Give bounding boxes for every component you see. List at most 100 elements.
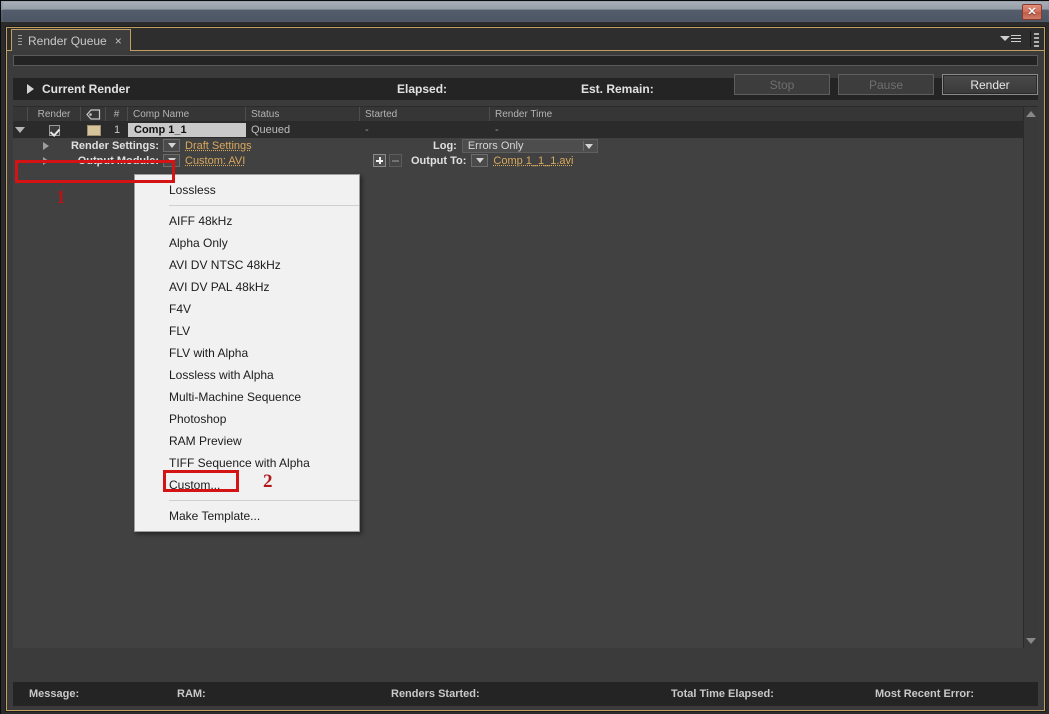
menu-item-f4v[interactable]: F4V — [135, 298, 359, 320]
tab-grip-icon — [18, 35, 22, 46]
annotation-marker-2: 2 — [263, 471, 273, 493]
stop-button[interactable]: Stop — [734, 74, 830, 95]
chevron-down-icon — [15, 127, 25, 133]
render-progress-bar — [13, 55, 1038, 66]
output-to-dropdown-button[interactable] — [471, 154, 488, 167]
menu-separator — [169, 205, 359, 206]
menu-item-flv[interactable]: FLV — [135, 320, 359, 342]
render-settings-twirl-icon[interactable] — [43, 142, 55, 150]
current-render-twirl-icon[interactable] — [27, 84, 34, 94]
checkbox-checked-icon — [49, 125, 60, 136]
row-started: - — [360, 124, 490, 136]
row-label-color-swatch[interactable] — [81, 125, 106, 136]
pause-button[interactable]: Pause — [838, 74, 934, 95]
menu-item-photoshop[interactable]: Photoshop — [135, 408, 359, 430]
row-comp-name[interactable]: Comp 1_1 — [128, 123, 246, 137]
panel-menu-icon[interactable] — [1000, 32, 1022, 46]
menu-item-alpha-only[interactable]: Alpha Only — [135, 232, 359, 254]
output-module-value[interactable]: Custom: AVI — [185, 155, 245, 167]
chevron-down-icon — [168, 158, 176, 163]
output-module-row: Output Module: Custom: AVI Output To: Co… — [13, 153, 1038, 168]
vertical-scrollbar[interactable] — [1023, 107, 1038, 648]
menu-item-make-template[interactable]: Make Template... — [135, 505, 359, 527]
row-status: Queued — [246, 124, 360, 136]
row-render-checkbox[interactable] — [27, 125, 81, 136]
status-ram-label: RAM: — [177, 688, 206, 700]
row-twirl-icon[interactable] — [13, 127, 27, 133]
menu-item-flv-with-alpha[interactable]: FLV with Alpha — [135, 342, 359, 364]
status-renders-started-label: Renders Started: — [391, 688, 480, 700]
column-header-status[interactable]: Status — [246, 107, 360, 121]
menu-lines-icon — [1011, 35, 1021, 43]
log-select-divider — [583, 141, 584, 151]
chevron-right-icon — [43, 157, 49, 165]
est-remain-label: Est. Remain: — [581, 82, 654, 96]
column-header-started[interactable]: Started — [360, 107, 490, 121]
output-to-group: Output To: Comp 1_1_1.avi — [373, 154, 574, 167]
column-header-label[interactable] — [81, 107, 106, 121]
output-module-twirl-icon[interactable] — [43, 157, 55, 165]
render-settings-label: Render Settings: — [55, 140, 163, 152]
chevron-down-icon — [476, 158, 484, 163]
output-module-dropdown-button[interactable] — [163, 154, 180, 167]
output-module-template-menu: Lossless AIFF 48kHz Alpha Only AVI DV NT… — [134, 174, 360, 532]
panel-tab-bar: Render Queue × — [7, 28, 1044, 51]
chevron-right-icon — [43, 142, 49, 150]
application-window: ✕ Render Queue × Current Render Elapsed:… — [0, 0, 1049, 714]
status-bar: Message: RAM: Renders Started: Total Tim… — [13, 682, 1038, 706]
menu-item-lossless-with-alpha[interactable]: Lossless with Alpha — [135, 364, 359, 386]
menu-item-ram-preview[interactable]: RAM Preview — [135, 430, 359, 452]
chevron-down-icon — [1026, 638, 1036, 644]
annotation-marker-1: 1 — [56, 187, 66, 209]
output-to-label: Output To: — [411, 155, 466, 167]
add-output-module-button[interactable] — [373, 154, 386, 167]
chevron-down-icon — [1000, 36, 1010, 41]
label-tag-icon — [86, 109, 101, 120]
current-render-title: Current Render — [42, 82, 130, 96]
log-select[interactable]: Errors Only — [462, 139, 598, 153]
column-header-comp-name[interactable]: Comp Name — [128, 107, 246, 121]
render-button[interactable]: Render — [942, 74, 1038, 95]
output-module-label: Output Module: — [55, 155, 163, 167]
menu-item-multi-machine-sequence[interactable]: Multi-Machine Sequence — [135, 386, 359, 408]
output-to-value[interactable]: Comp 1_1_1.avi — [493, 155, 573, 167]
column-header-number[interactable]: # — [106, 107, 128, 121]
menu-item-tiff-sequence-with-alpha[interactable]: TIFF Sequence with Alpha — [135, 452, 359, 474]
window-close-button[interactable]: ✕ — [1022, 4, 1042, 20]
row-number: 1 — [106, 124, 128, 136]
menu-item-aiff-48khz[interactable]: AIFF 48kHz — [135, 210, 359, 232]
current-render-bar: Current Render Elapsed: Est. Remain: Sto… — [13, 78, 1038, 100]
log-label: Log: — [433, 140, 457, 152]
log-group: Log: Errors Only — [433, 139, 598, 153]
tab-label: Render Queue — [28, 34, 107, 48]
status-total-time-elapsed-label: Total Time Elapsed: — [671, 688, 774, 700]
panel-grip-dots-icon[interactable] — [1030, 31, 1039, 47]
status-most-recent-error-label: Most Recent Error: — [875, 688, 974, 700]
status-message-label: Message: — [29, 688, 79, 700]
column-header-render[interactable]: Render — [27, 107, 81, 121]
row-render-time: - — [490, 124, 1038, 136]
menu-item-avi-dv-ntsc-48khz[interactable]: AVI DV NTSC 48kHz — [135, 254, 359, 276]
minus-icon — [392, 160, 399, 162]
column-header-render-time[interactable]: Render Time — [490, 107, 1038, 121]
remove-output-module-button[interactable] — [389, 154, 402, 167]
plus-icon-v — [379, 157, 381, 164]
render-settings-row: Render Settings: Draft Settings Log: Err… — [13, 138, 1038, 153]
render-settings-value[interactable]: Draft Settings — [185, 140, 252, 152]
chevron-down-icon — [168, 143, 176, 148]
table-row[interactable]: 1 Comp 1_1 Queued - - — [13, 122, 1038, 138]
render-settings-dropdown-button[interactable] — [163, 139, 180, 152]
tab-render-queue[interactable]: Render Queue × — [11, 29, 131, 51]
color-swatch-icon — [87, 125, 101, 136]
tab-close-icon[interactable]: × — [115, 34, 122, 48]
menu-separator — [169, 500, 359, 501]
menu-item-lossless[interactable]: Lossless — [135, 179, 359, 201]
menu-item-avi-dv-pal-48khz[interactable]: AVI DV PAL 48kHz — [135, 276, 359, 298]
queue-table-header: Render # Comp Name Status Started Render… — [13, 107, 1038, 122]
title-bar-gradient — [3, 2, 1048, 21]
scroll-down-button[interactable] — [1024, 634, 1038, 648]
scroll-up-button[interactable] — [1024, 107, 1038, 121]
menu-item-custom[interactable]: Custom... — [135, 474, 359, 496]
close-icon: ✕ — [1023, 6, 1041, 19]
tab-strip-background — [7, 28, 1044, 50]
